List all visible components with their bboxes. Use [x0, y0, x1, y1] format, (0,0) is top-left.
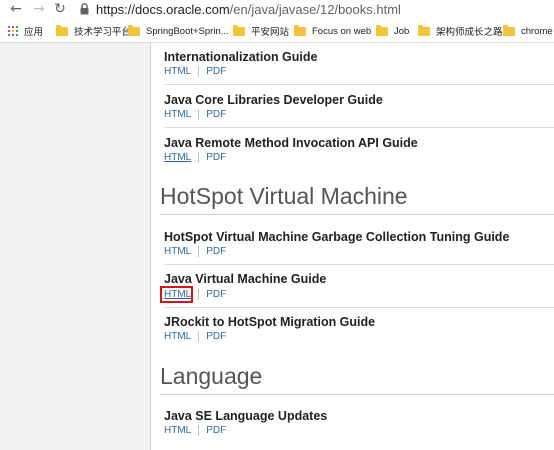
- link-separator: [198, 425, 200, 436]
- pdf-link[interactable]: PDF: [206, 289, 226, 300]
- url-host: https://docs.oracle.com: [96, 2, 230, 17]
- folder-icon: [294, 24, 306, 36]
- link-separator: [198, 152, 200, 163]
- book-links: HTML PDF: [164, 109, 226, 120]
- divider: [164, 84, 554, 85]
- highlight-box: [160, 286, 193, 303]
- book-links: HTML PDF: [164, 66, 226, 77]
- html-link[interactable]: HTML: [164, 152, 191, 163]
- book-links: HTML PDF: [164, 246, 226, 257]
- book-links: HTML PDF: [164, 152, 226, 163]
- back-arrow-icon[interactable]: ←: [8, 1, 24, 17]
- html-link[interactable]: HTML: [164, 331, 191, 342]
- folder-icon: [376, 24, 388, 36]
- pdf-link[interactable]: PDF: [206, 152, 226, 163]
- bookmark-label: 技术学习平台: [74, 27, 132, 38]
- link-separator: [198, 331, 200, 342]
- book-title: Java Remote Method Invocation API Guide: [164, 136, 418, 150]
- bookmark-label: SpringBoot+Sprin...: [146, 25, 229, 37]
- bookmark-item[interactable]: 平安网站: [233, 24, 289, 38]
- folder-icon: [233, 24, 245, 36]
- bookmark-item[interactable]: Focus on web: [294, 24, 371, 38]
- book-title: Java Core Libraries Developer Guide: [164, 93, 383, 107]
- link-separator: [198, 246, 200, 257]
- section-rule: [160, 394, 554, 395]
- book-title: JRockit to HotSpot Migration Guide: [164, 315, 376, 329]
- address-bar[interactable]: https://docs.oracle.com/en/java/javase/1…: [74, 0, 554, 20]
- link-separator: [198, 289, 200, 300]
- reload-icon[interactable]: ↻: [52, 1, 68, 17]
- section-heading: Language: [160, 363, 263, 389]
- folder-icon: [418, 24, 430, 36]
- pdf-link[interactable]: PDF: [206, 331, 226, 342]
- pdf-link[interactable]: PDF: [206, 246, 226, 257]
- bookmark-item[interactable]: chrome: [503, 24, 553, 38]
- book-links: HTML PDF: [164, 425, 226, 436]
- apps-grid-icon: [8, 26, 18, 36]
- bookmark-item[interactable]: Job: [376, 24, 409, 38]
- html-link[interactable]: HTML: [164, 246, 191, 257]
- divider: [164, 307, 554, 308]
- book-links: HTML PDF: [164, 331, 226, 342]
- main-content: Internationalization Guide HTML PDF Java…: [151, 43, 554, 450]
- book-title: Java SE Language Updates: [164, 409, 328, 423]
- bookmark-item[interactable]: SpringBoot+Sprin...: [128, 24, 229, 38]
- sidebar: [0, 43, 151, 450]
- folder-icon: [56, 24, 68, 36]
- section-heading: HotSpot Virtual Machine: [160, 183, 408, 209]
- bookmark-label: 架构师成长之路: [436, 27, 503, 38]
- divider: [164, 264, 554, 265]
- link-separator: [198, 109, 200, 120]
- book-title: Internationalization Guide: [164, 50, 318, 64]
- browser-toolbar: ← → ↻ https://docs.oracle.com/en/java/ja…: [0, 0, 554, 20]
- book-title: HotSpot Virtual Machine Garbage Collecti…: [164, 230, 510, 244]
- pdf-link[interactable]: PDF: [206, 425, 226, 436]
- section-rule: [160, 214, 554, 215]
- folder-icon: [128, 24, 140, 36]
- bookmark-item[interactable]: 架构师成长之路: [418, 24, 503, 38]
- link-separator: [198, 66, 200, 77]
- pdf-link[interactable]: PDF: [206, 66, 226, 77]
- bookmark-label: chrome: [521, 25, 553, 37]
- divider: [164, 127, 554, 128]
- url-path: /en/java/javase/12/books.html: [229, 2, 401, 17]
- bookmark-item[interactable]: 技术学习平台: [56, 24, 131, 38]
- folder-icon: [503, 24, 515, 36]
- bookmark-label: Focus on web: [312, 25, 372, 37]
- bookmark-apps[interactable]: 应用: [8, 24, 43, 38]
- url-text: https://docs.oracle.com/en/java/javase/1…: [96, 2, 401, 17]
- html-link[interactable]: HTML: [164, 425, 191, 436]
- pdf-link[interactable]: PDF: [206, 109, 226, 120]
- html-link[interactable]: HTML: [164, 109, 191, 120]
- bookmark-label: Job: [394, 25, 410, 37]
- lock-icon: [80, 3, 89, 15]
- html-link[interactable]: HTML: [164, 66, 191, 77]
- book-title: Java Virtual Machine Guide: [164, 272, 327, 286]
- bookmarks-bar: 应用 技术学习平台 SpringBoot+Sprin... 平安网站 Focus…: [0, 20, 554, 43]
- forward-arrow-icon[interactable]: →: [31, 1, 47, 17]
- bookmark-label: 应用: [24, 27, 44, 38]
- bookmark-label: 平安网站: [251, 27, 290, 38]
